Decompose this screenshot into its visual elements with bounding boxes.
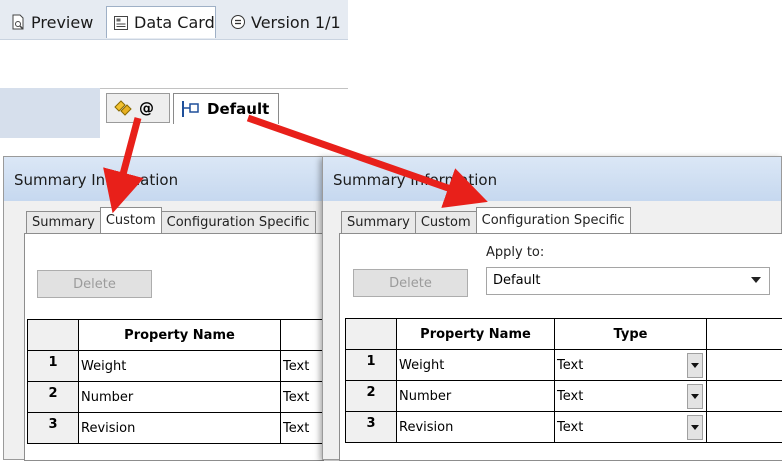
table-row: 1 Weight Text — [28, 351, 328, 382]
table-row: 3 Revision Text — [28, 413, 328, 444]
top-tab-strip: Preview Data Card Version 1/1 — [0, 0, 348, 40]
configuration-parts-icon — [113, 99, 133, 117]
column-header-property-name: Property Name — [79, 320, 281, 351]
dialog-title: Summary Information — [323, 157, 781, 201]
row-number[interactable]: 1 — [28, 351, 79, 382]
config-tab-at-label: @ — [139, 99, 154, 117]
tab-custom[interactable]: Custom — [415, 211, 477, 233]
config-tab-at[interactable]: @ — [106, 93, 170, 123]
property-name-cell[interactable]: Weight — [397, 350, 555, 381]
tab-data-card[interactable]: Data Card — [106, 6, 216, 38]
data-card-icon — [113, 15, 129, 31]
version-icon — [230, 14, 246, 30]
summary-dialog-configuration-specific: Summary Information Summary Custom Confi… — [322, 156, 782, 460]
row-number[interactable]: 2 — [28, 382, 79, 413]
property-grid: Property Name Type 1 Weight Text 2 Numbe… — [345, 318, 782, 443]
type-cell[interactable]: Text — [555, 412, 707, 443]
dialog-tabs: Summary Custom Configuration Specific — [26, 207, 315, 233]
config-tab-default-label: Default — [207, 100, 269, 118]
property-name-cell[interactable]: Weight — [79, 351, 281, 382]
type-dropdown-button[interactable] — [687, 353, 703, 378]
column-header-property-name: Property Name — [397, 319, 555, 350]
delete-button[interactable]: Delete — [353, 269, 468, 297]
property-name-cell[interactable]: Number — [397, 381, 555, 412]
tab-configuration-specific[interactable]: Configuration Specific — [476, 207, 631, 233]
value-cell[interactable] — [707, 412, 782, 443]
chevron-down-icon — [751, 277, 761, 283]
table-row: 2 Number Text — [28, 382, 328, 413]
property-name-cell[interactable]: Revision — [397, 412, 555, 443]
table-row: 2 Number Text — [346, 381, 782, 412]
summary-dialog-custom: Summary Information Summary Custom Confi… — [3, 156, 325, 460]
tab-custom[interactable]: Custom — [100, 207, 162, 233]
tab-preview[interactable]: Preview — [10, 6, 93, 38]
row-number[interactable]: 2 — [346, 381, 397, 412]
tab-version-label: Version 1/1 — [251, 13, 341, 32]
value-cell[interactable] — [707, 350, 782, 381]
apply-to-value: Default — [493, 273, 541, 288]
tab-summary[interactable]: Summary — [341, 211, 416, 233]
row-number[interactable]: 3 — [28, 413, 79, 444]
table-row: 3 Revision Text — [346, 412, 782, 443]
type-cell[interactable]: Text — [281, 382, 328, 413]
dialog-tabs: Summary Custom Configuration Specific — [341, 207, 630, 233]
tab-data-card-label: Data Card — [134, 13, 215, 32]
apply-to-label: Apply to: — [486, 245, 544, 260]
row-number[interactable]: 1 — [346, 350, 397, 381]
property-grid: Property Name 1 Weight Text 2 Number Tex… — [27, 319, 328, 444]
column-header-type — [281, 320, 328, 351]
type-cell[interactable]: Text — [281, 413, 328, 444]
tab-configuration-specific[interactable]: Configuration Specific — [161, 211, 316, 233]
grid-corner — [346, 319, 397, 350]
configuration-icon — [181, 100, 201, 118]
property-name-cell[interactable]: Revision — [79, 413, 281, 444]
value-cell[interactable] — [707, 381, 782, 412]
type-cell[interactable]: Text — [555, 381, 707, 412]
table-row: 1 Weight Text — [346, 350, 782, 381]
type-dropdown-button[interactable] — [687, 415, 703, 440]
column-header-type: Type — [555, 319, 707, 350]
tab-preview-label: Preview — [31, 13, 93, 32]
delete-button[interactable]: Delete — [37, 270, 152, 298]
column-header-value — [707, 319, 782, 350]
tab-version[interactable]: Version 1/1 — [230, 6, 341, 38]
type-dropdown-button[interactable] — [687, 384, 703, 409]
dialog-title: Summary Information — [4, 157, 324, 201]
property-name-cell[interactable]: Number — [79, 382, 281, 413]
type-cell[interactable]: Text — [281, 351, 328, 382]
document-search-icon — [10, 14, 26, 30]
row-number[interactable]: 3 — [346, 412, 397, 443]
apply-to-select[interactable]: Default — [486, 267, 770, 295]
tab-summary[interactable]: Summary — [26, 211, 101, 233]
config-tab-default[interactable]: Default — [173, 93, 279, 124]
type-cell[interactable]: Text — [555, 350, 707, 381]
grid-corner — [28, 320, 79, 351]
